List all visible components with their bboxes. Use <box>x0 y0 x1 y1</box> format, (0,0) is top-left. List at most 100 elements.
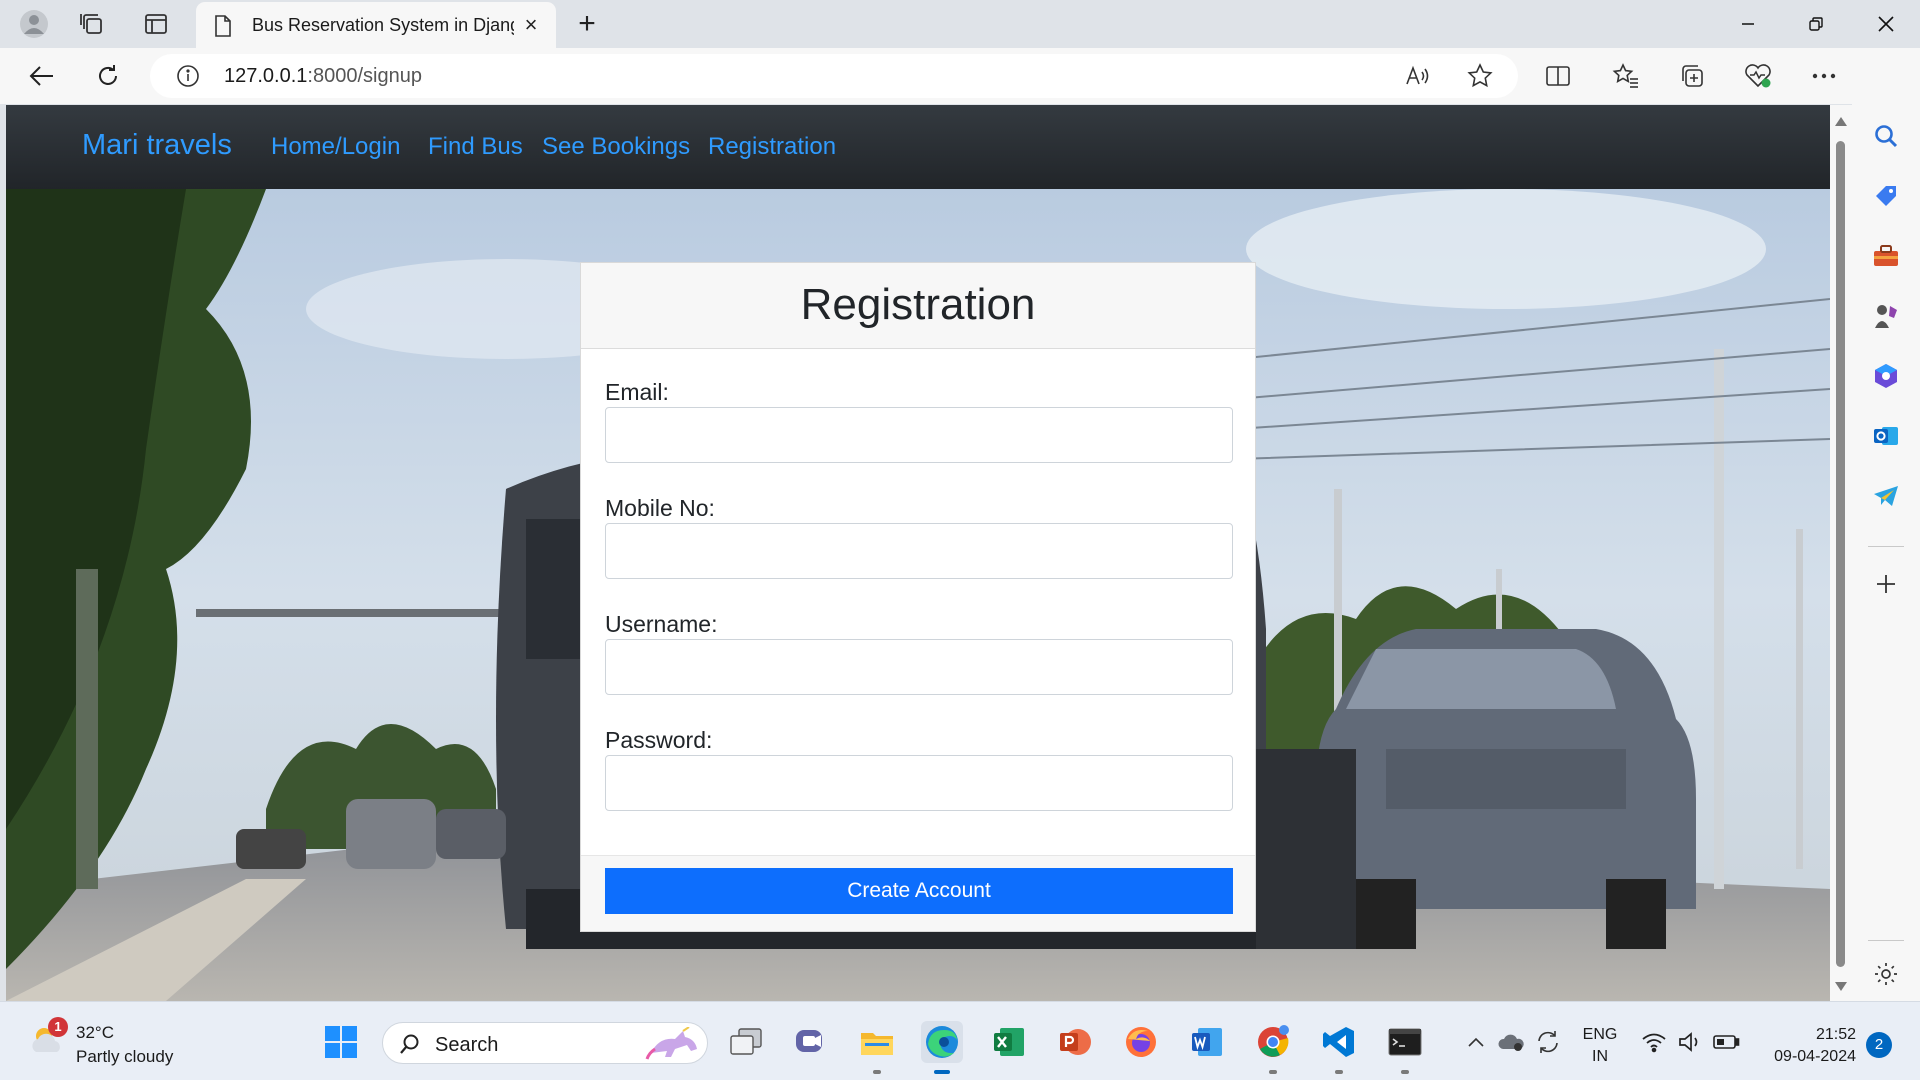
refresh-icon[interactable] <box>90 58 126 94</box>
terminal-icon[interactable] <box>1384 1021 1426 1063</box>
search-highlight-unicorn-icon <box>645 1026 703 1066</box>
info-icon[interactable] <box>176 64 200 93</box>
tab-title: Bus Reservation System in Django <box>252 15 514 35</box>
running-indicator <box>873 1070 881 1074</box>
browser-title-bar: Bus Reservation System in Django × + <box>0 0 1920 48</box>
onedrive-cloud-icon[interactable] <box>1498 1028 1526 1056</box>
windows-taskbar: 1 32°C Partly cloudy Search ENG IN 21:52… <box>0 1001 1920 1080</box>
page-title: Registration <box>800 280 1036 329</box>
url-path: :8000/signup <box>307 65 422 87</box>
site-navbar: Mari travels Home/Login Find Bus See Boo… <box>6 105 1830 189</box>
toolbox-icon[interactable] <box>1868 238 1904 274</box>
active-indicator <box>934 1070 950 1074</box>
sidebar-divider <box>1868 546 1904 547</box>
address-bar[interactable]: 127.0.0.1:8000/signup <box>150 54 1518 98</box>
back-icon[interactable] <box>24 58 60 94</box>
edge-browser-icon[interactable] <box>921 1021 963 1063</box>
wifi-icon[interactable] <box>1640 1028 1668 1056</box>
sync-icon[interactable] <box>1534 1028 1562 1056</box>
running-indicator <box>1269 1070 1277 1074</box>
settings-icon[interactable] <box>1868 956 1904 992</box>
browser-tab[interactable]: Bus Reservation System in Django × <box>196 2 556 48</box>
running-indicator <box>1335 1070 1343 1074</box>
page-viewport: Mari travels Home/Login Find Bus See Boo… <box>6 105 1830 1001</box>
vscode-icon[interactable] <box>1318 1021 1360 1063</box>
mobile-field[interactable] <box>605 523 1233 579</box>
document-icon <box>214 15 232 42</box>
browser-toolbar: 127.0.0.1:8000/signup <box>0 48 1920 104</box>
create-account-button[interactable]: Create Account <box>605 868 1233 914</box>
new-tab-icon[interactable]: + <box>570 8 604 42</box>
language-code: ENG <box>1582 1026 1618 1043</box>
teams-chat-icon[interactable] <box>790 1021 832 1063</box>
restore-icon[interactable] <box>1786 4 1846 44</box>
nav-see-bookings[interactable]: See Bookings <box>542 133 690 161</box>
clock-date: 09-04-2024 <box>1774 1048 1856 1065</box>
word-icon[interactable] <box>1186 1021 1228 1063</box>
collections-icon[interactable] <box>1674 58 1710 94</box>
email-field[interactable] <box>605 407 1233 463</box>
outlook-icon[interactable] <box>1868 418 1904 454</box>
sidebar-divider <box>1868 940 1904 941</box>
notification-badge[interactable]: 2 <box>1866 1032 1892 1058</box>
minimize-icon[interactable] <box>1718 4 1778 44</box>
add-icon[interactable] <box>1868 566 1904 602</box>
url-host: 127.0.0.1 <box>224 65 308 87</box>
nav-find-bus[interactable]: Find Bus <box>428 133 523 161</box>
weather-temperature[interactable]: 32°C <box>76 1023 114 1043</box>
nav-home-login[interactable]: Home/Login <box>271 133 400 161</box>
scroll-up-arrow-icon[interactable] <box>1835 117 1847 126</box>
search-glyph-icon <box>399 1033 421 1060</box>
username-field[interactable] <box>605 639 1233 695</box>
windows-start-icon[interactable] <box>320 1021 362 1063</box>
workspaces-icon[interactable] <box>74 6 110 42</box>
mobile-label: Mobile No: <box>605 495 715 521</box>
search-placeholder: Search <box>435 1034 499 1056</box>
read-aloud-icon[interactable] <box>1404 62 1432 90</box>
close-window-icon[interactable] <box>1856 4 1916 44</box>
clock-time: 21:52 <box>1815 1026 1856 1043</box>
more-icon[interactable] <box>1806 58 1842 94</box>
registration-card: Registration Email: Mobile No: Username:… <box>580 262 1256 932</box>
battery-icon[interactable] <box>1712 1028 1740 1056</box>
brand-link[interactable]: Mari travels <box>82 129 232 162</box>
split-screen-icon[interactable] <box>1540 58 1576 94</box>
excel-icon[interactable] <box>988 1021 1030 1063</box>
running-indicator <box>1401 1070 1409 1074</box>
shopping-tag-icon[interactable] <box>1868 178 1904 214</box>
browser-essentials-icon[interactable] <box>1740 58 1776 94</box>
edge-sidebar <box>1852 48 1920 1001</box>
email-label: Email: <box>605 379 669 405</box>
region-code: IN <box>1592 1048 1608 1065</box>
file-explorer-icon[interactable] <box>856 1021 898 1063</box>
powerpoint-icon[interactable] <box>1054 1021 1096 1063</box>
card-footer: Create Account <box>581 855 1255 931</box>
favorites-icon[interactable] <box>1608 58 1644 94</box>
username-label: Username: <box>605 611 718 637</box>
profile-icon[interactable] <box>16 6 52 42</box>
search-icon[interactable] <box>1868 118 1904 154</box>
language-indicator[interactable]: ENG IN <box>1580 1024 1620 1068</box>
taskbar-search[interactable]: Search <box>382 1022 708 1064</box>
task-view-icon[interactable] <box>725 1021 767 1063</box>
chrome-icon[interactable] <box>1252 1021 1294 1063</box>
scroll-down-arrow-icon[interactable] <box>1835 982 1847 991</box>
close-tab-icon[interactable]: × <box>520 14 542 36</box>
show-hidden-icons-chevron-icon[interactable] <box>1462 1028 1490 1056</box>
weather-alert-badge: 1 <box>48 1017 68 1037</box>
telegram-icon[interactable] <box>1868 478 1904 514</box>
firefox-icon[interactable] <box>1120 1021 1162 1063</box>
vertical-tabs-icon[interactable] <box>138 6 174 42</box>
password-field[interactable] <box>605 755 1233 811</box>
weather-description[interactable]: Partly cloudy <box>76 1047 173 1067</box>
favorite-star-icon[interactable] <box>1466 62 1494 90</box>
volume-icon[interactable] <box>1676 1028 1704 1056</box>
card-header: Registration <box>581 263 1255 349</box>
nav-registration[interactable]: Registration <box>708 133 836 161</box>
games-icon[interactable] <box>1868 298 1904 334</box>
scroll-thumb[interactable] <box>1836 141 1845 967</box>
url-text[interactable]: 127.0.0.1:8000/signup <box>224 65 422 88</box>
microsoft-365-icon[interactable] <box>1868 358 1904 394</box>
page-scrollbar[interactable] <box>1830 105 1852 1001</box>
clock[interactable]: 21:52 09-04-2024 <box>1756 1024 1856 1068</box>
